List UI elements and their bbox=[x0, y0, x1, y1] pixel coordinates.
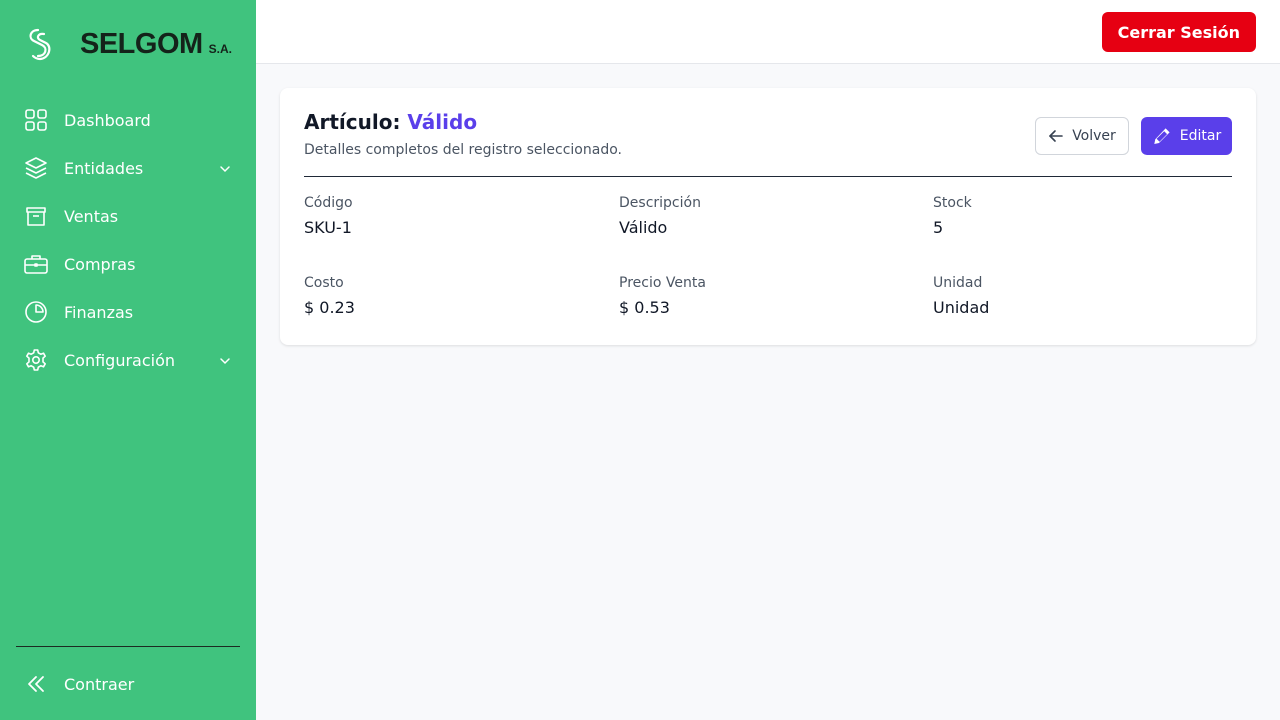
collapse-sidebar-button[interactable]: Contraer bbox=[16, 660, 240, 708]
field-descripcion: Descripción Válido bbox=[619, 195, 919, 237]
field-precio-venta: Precio Venta $ 0.53 bbox=[619, 275, 919, 317]
grid-icon bbox=[24, 108, 48, 132]
title-value: Válido bbox=[407, 110, 478, 134]
field-value: $ 0.53 bbox=[619, 298, 670, 317]
sidebar-item-label: Ventas bbox=[64, 206, 119, 226]
archive-box-icon bbox=[24, 204, 48, 228]
pie-chart-icon bbox=[24, 300, 48, 324]
sidebar: SELGOM S.A. Dashboard Entidades Ventas C… bbox=[0, 0, 256, 720]
selgom-logo-icon bbox=[24, 24, 60, 64]
sidebar-item-label: Dashboard bbox=[64, 110, 151, 130]
detail-card: Artículo: Válido Detalles completos del … bbox=[280, 88, 1256, 345]
sidebar-item-label: Compras bbox=[64, 254, 136, 274]
arrow-left-icon bbox=[1049, 130, 1063, 142]
field-value: 5 bbox=[933, 218, 944, 237]
sidebar-nav: Dashboard Entidades Ventas Compras Finan… bbox=[16, 96, 240, 384]
brand-name: SELGOM bbox=[80, 27, 203, 60]
sidebar-item-dashboard[interactable]: Dashboard bbox=[16, 96, 240, 144]
card-divider bbox=[304, 176, 1232, 177]
sidebar-item-label: Configuración bbox=[64, 350, 176, 370]
field-label: Descripción bbox=[619, 195, 701, 211]
field-label: Precio Venta bbox=[619, 275, 706, 291]
field-costo: Costo $ 0.23 bbox=[304, 275, 604, 317]
title-prefix: Artículo: bbox=[304, 110, 401, 134]
page-subtitle: Detalles completos del registro seleccio… bbox=[304, 142, 622, 158]
edit-label: Editar bbox=[1179, 128, 1222, 144]
top-bar: Cerrar Sesión bbox=[256, 0, 1280, 64]
chevron-down-icon bbox=[218, 161, 232, 175]
field-label: Unidad bbox=[933, 275, 983, 291]
logout-button[interactable]: Cerrar Sesión bbox=[1101, 12, 1256, 52]
field-value: SKU-1 bbox=[304, 218, 352, 237]
field-value: Unidad bbox=[933, 298, 990, 317]
field-unidad: Unidad Unidad bbox=[933, 275, 1233, 317]
briefcase-icon bbox=[24, 252, 48, 276]
field-label: Código bbox=[304, 195, 353, 211]
field-codigo: Código SKU-1 bbox=[304, 195, 604, 237]
field-value: $ 0.23 bbox=[304, 298, 355, 317]
pencil-icon bbox=[1154, 128, 1170, 144]
brand[interactable]: SELGOM S.A. bbox=[24, 24, 232, 64]
sidebar-item-finanzas[interactable]: Finanzas bbox=[16, 288, 240, 336]
field-label: Stock bbox=[933, 195, 972, 211]
sidebar-item-label: Entidades bbox=[64, 158, 144, 178]
sidebar-item-entidades[interactable]: Entidades bbox=[16, 144, 240, 192]
field-stock: Stock 5 bbox=[933, 195, 1233, 237]
sidebar-item-label: Finanzas bbox=[64, 302, 134, 322]
page-title: Artículo: Válido bbox=[304, 110, 477, 134]
back-button[interactable]: Volver bbox=[1035, 117, 1129, 155]
sidebar-item-ventas[interactable]: Ventas bbox=[16, 192, 240, 240]
gear-icon bbox=[24, 348, 48, 372]
field-value: Válido bbox=[619, 218, 668, 237]
brand-suffix: S.A. bbox=[208, 41, 233, 56]
edit-button[interactable]: Editar bbox=[1141, 117, 1232, 155]
field-label: Costo bbox=[304, 275, 344, 291]
sidebar-item-compras[interactable]: Compras bbox=[16, 240, 240, 288]
sidebar-divider bbox=[16, 646, 240, 647]
layers-icon bbox=[24, 156, 48, 180]
collapse-label: Contraer bbox=[64, 674, 135, 694]
chevrons-left-icon bbox=[24, 672, 48, 696]
chevron-down-icon bbox=[218, 353, 232, 367]
back-label: Volver bbox=[1072, 128, 1116, 144]
sidebar-item-configuracion[interactable]: Configuración bbox=[16, 336, 240, 384]
